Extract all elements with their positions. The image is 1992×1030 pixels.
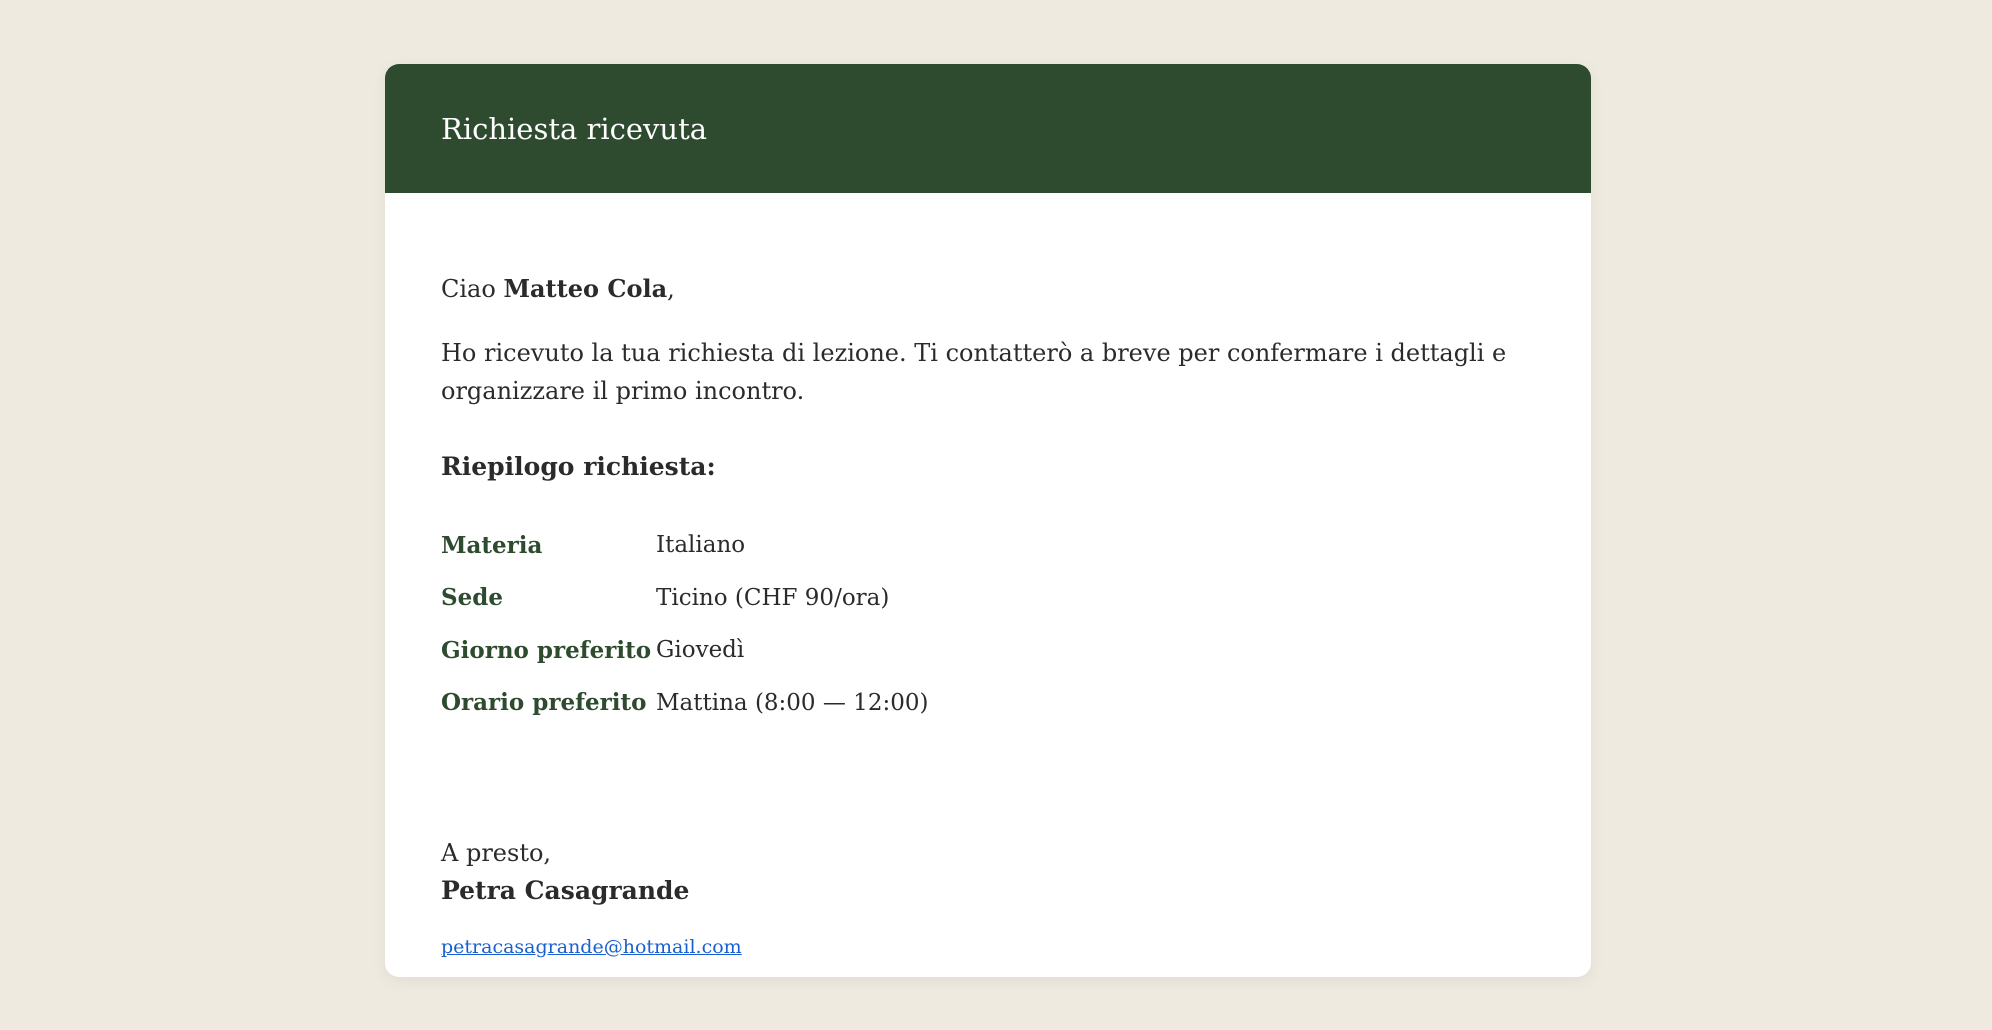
- message-body: Ho ricevuto la tua richiesta di lezione.…: [441, 339, 1507, 405]
- confirmation-card: Richiesta ricevuta Ciao Matteo Cola, Ho …: [385, 64, 1591, 977]
- greeting-prefix: Ciao: [441, 275, 504, 303]
- summary-value: Mattina (8:00 — 12:00): [656, 689, 929, 716]
- header-title: Richiesta ricevuta: [441, 111, 708, 146]
- signoff-line: A presto,: [441, 839, 552, 867]
- summary-row-sede: Sede Ticino (CHF 90/ora): [441, 572, 928, 625]
- greeting-suffix: ,: [667, 275, 675, 303]
- summary-row-orario: Orario preferito Mattina (8:00 — 12:00): [441, 677, 928, 730]
- email-link[interactable]: petracasagrande@hotmail.com: [441, 934, 742, 960]
- summary-label: Materia: [441, 531, 543, 559]
- recipient-name: Matteo Cola: [503, 274, 668, 303]
- summary-row-materia: Materia Italiano: [441, 519, 928, 572]
- card-header: Richiesta ricevuta: [385, 64, 1591, 193]
- greeting: Ciao Matteo Cola,: [441, 274, 675, 304]
- summary-label: Orario preferito: [441, 689, 647, 717]
- summary-value: Italiano: [656, 532, 746, 559]
- signer-name: Petra Casagrande: [441, 876, 690, 905]
- summary-row-giorno: Giorno preferito Giovedì: [441, 624, 928, 677]
- summary-title: Riepilogo richiesta:: [441, 452, 716, 481]
- summary-value: Ticino (CHF 90/ora): [656, 584, 890, 611]
- summary-table: Materia Italiano Sede Ticino (CHF 90/ora…: [441, 519, 928, 729]
- summary-label: Sede: [441, 584, 503, 612]
- summary-label: Giorno preferito: [441, 636, 652, 664]
- summary-value: Giovedì: [656, 637, 745, 664]
